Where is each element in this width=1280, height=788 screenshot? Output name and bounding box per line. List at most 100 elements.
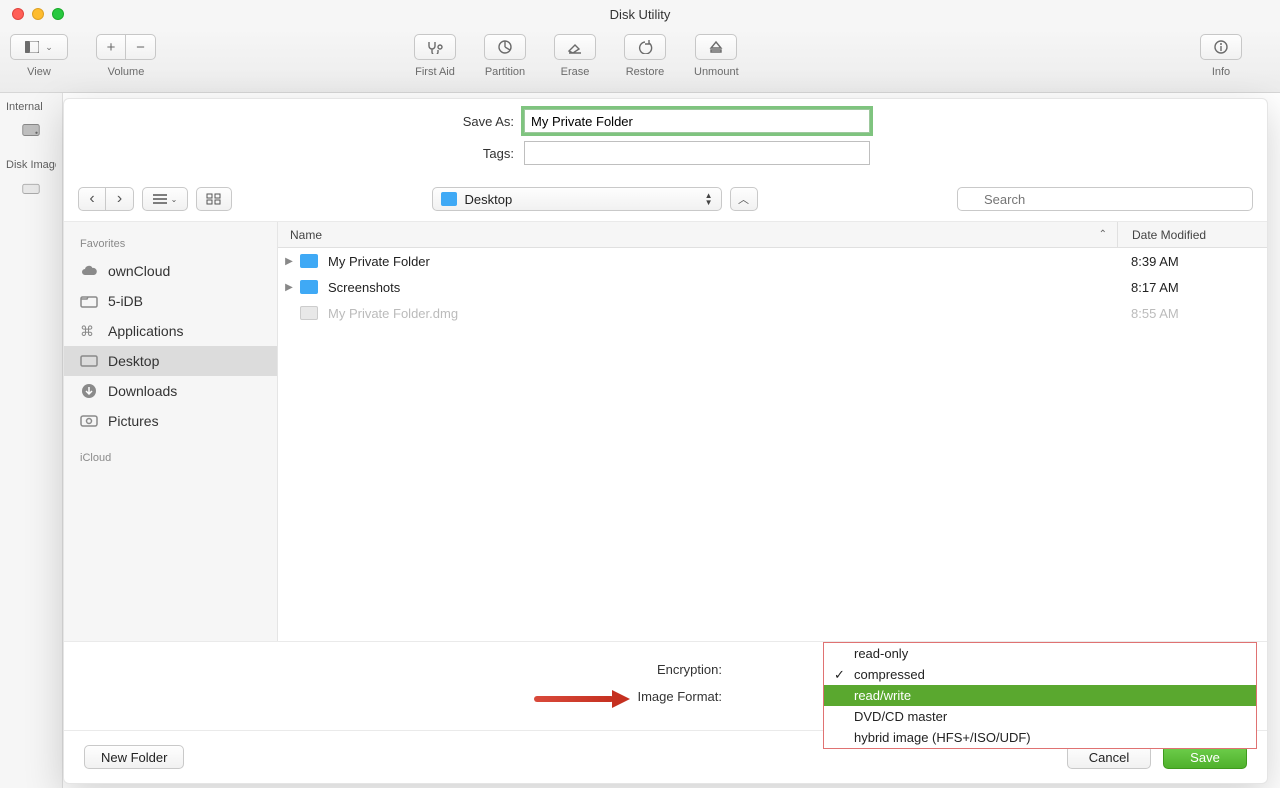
- internal-disk-item[interactable]: [6, 119, 56, 141]
- sidebar-item-owncloud[interactable]: ownCloud: [64, 256, 277, 286]
- minimize-window-button[interactable]: [32, 8, 44, 20]
- view-button[interactable]: ⌄: [10, 34, 68, 60]
- folder-icon: [80, 293, 98, 309]
- sidebar-item-pictures[interactable]: Pictures: [64, 406, 277, 436]
- sort-asc-icon: ⌃: [1099, 229, 1107, 240]
- folder-icon: [300, 280, 318, 294]
- sidebar-item-downloads[interactable]: Downloads: [64, 376, 277, 406]
- restore-icon: [637, 40, 653, 54]
- info-tool: Info: [1200, 34, 1242, 78]
- forward-button[interactable]: ›: [106, 187, 134, 211]
- file-name: My Private Folder: [326, 254, 1117, 269]
- file-row[interactable]: ▶ Screenshots8:17 AM: [278, 274, 1267, 300]
- internal-header: Internal: [6, 101, 56, 113]
- image-format-menu: read-onlycompressedread/writeDVD/CD mast…: [823, 642, 1257, 749]
- eraser-icon: [567, 40, 583, 54]
- file-row[interactable]: My Private Folder.dmg8:55 AM: [278, 300, 1267, 326]
- cloud-icon: [80, 263, 98, 279]
- file-name: Screenshots: [326, 280, 1117, 295]
- file-rows: ▶ My Private Folder8:39 AM ▶ Screenshots8:1…: [278, 248, 1267, 641]
- view-mode-button[interactable]: ⌄: [142, 187, 188, 211]
- sidebar-item-desktop[interactable]: Desktop: [64, 346, 277, 376]
- svg-text:⌘: ⌘: [80, 323, 94, 339]
- info-icon: [1214, 40, 1228, 54]
- firstaid-tool: First Aid: [414, 34, 456, 78]
- apps-icon: ⌘: [80, 323, 98, 339]
- new-folder-button[interactable]: New Folder: [84, 745, 184, 769]
- eject-icon: [709, 40, 723, 54]
- firstaid-label: First Aid: [415, 66, 455, 78]
- pie-icon: [497, 39, 513, 55]
- volume-add-button[interactable]: +: [96, 34, 126, 60]
- sidebar-item-label: Downloads: [108, 383, 177, 399]
- close-window-button[interactable]: [12, 8, 24, 20]
- menu-item-read-write[interactable]: read/write: [824, 685, 1256, 706]
- erase-label: Erase: [561, 66, 590, 78]
- back-button[interactable]: ‹: [78, 187, 106, 211]
- saveas-row: Save As:: [64, 99, 1267, 137]
- file-date: 8:39 AM: [1117, 254, 1267, 269]
- menu-item-compressed[interactable]: compressed: [824, 664, 1256, 685]
- restore-label: Restore: [626, 66, 665, 78]
- firstaid-button[interactable]: [414, 34, 456, 60]
- collapse-button[interactable]: ︿: [730, 187, 758, 211]
- volume-tool: + − Volume: [96, 34, 156, 78]
- traffic-lights: [12, 8, 64, 20]
- file-browser: Favorites ownCloud5-iDB⌘ApplicationsDesk…: [64, 222, 1267, 642]
- menu-item-hybrid-image-hfs-iso-udf-[interactable]: hybrid image (HFS+/ISO/UDF): [824, 727, 1256, 748]
- disclosure-icon[interactable]: ▶: [278, 282, 300, 293]
- desktop-icon: [80, 353, 98, 369]
- tags-label: Tags:: [94, 146, 524, 161]
- stethoscope-icon: [426, 40, 444, 54]
- unmount-button[interactable]: [695, 34, 737, 60]
- window-title: Disk Utility: [610, 7, 671, 22]
- info-label: Info: [1212, 66, 1230, 78]
- search-wrap: [957, 187, 1253, 211]
- file-list-area: Name ⌃ Date Modified ▶My Private Folder8…: [278, 222, 1267, 641]
- partition-tool: Partition: [484, 34, 526, 78]
- partition-button[interactable]: [484, 34, 526, 60]
- file-date: 8:17 AM: [1117, 280, 1267, 295]
- options-area: Encryption: Image Format: read-onlycompr…: [64, 642, 1267, 730]
- view-label: View: [27, 66, 51, 78]
- disk-image-item[interactable]: [6, 177, 56, 199]
- erase-tool: Erase: [554, 34, 596, 78]
- restore-button[interactable]: [624, 34, 666, 60]
- tags-row: Tags:: [64, 137, 1267, 177]
- menu-item-read-only[interactable]: read-only: [824, 643, 1256, 664]
- device-list: Internal Disk Images: [0, 93, 63, 788]
- nav-toolbar: ‹ › ⌄ Desktop ▲▼ ︿: [64, 177, 1267, 222]
- document-icon: [300, 306, 318, 320]
- file-row[interactable]: ▶ My Private Folder8:39 AM: [278, 248, 1267, 274]
- menu-item-dvd-cd-master[interactable]: DVD/CD master: [824, 706, 1256, 727]
- erase-button[interactable]: [554, 34, 596, 60]
- encryption-label: Encryption:: [94, 662, 734, 677]
- volume-remove-button[interactable]: −: [126, 34, 156, 60]
- sidebar-item-5-idb[interactable]: 5-iDB: [64, 286, 277, 316]
- file-date: 8:55 AM: [1117, 306, 1267, 321]
- group-button[interactable]: [196, 187, 232, 211]
- zoom-window-button[interactable]: [52, 8, 64, 20]
- tags-input[interactable]: [524, 141, 870, 165]
- search-input[interactable]: [957, 187, 1253, 211]
- grid-icon: [206, 193, 222, 205]
- saveas-label: Save As:: [94, 114, 524, 129]
- location-popup[interactable]: Desktop ▲▼: [432, 187, 722, 211]
- sidebar-icon: [25, 41, 39, 53]
- column-header: Name ⌃ Date Modified: [278, 222, 1267, 248]
- restore-tool: Restore: [624, 34, 666, 78]
- file-name: My Private Folder.dmg: [326, 306, 1117, 321]
- date-column-header[interactable]: Date Modified: [1117, 222, 1267, 247]
- name-column-header[interactable]: Name ⌃: [278, 228, 1117, 242]
- sidebar-item-label: Desktop: [108, 353, 159, 369]
- saveas-input[interactable]: [524, 109, 870, 133]
- volume-label: Volume: [108, 66, 145, 78]
- unmount-label: Unmount: [694, 66, 739, 78]
- nav-back-forward: ‹ ›: [78, 187, 134, 211]
- sidebar-item-label: Applications: [108, 323, 184, 339]
- disclosure-icon[interactable]: ▶: [278, 256, 300, 267]
- folder-icon: [300, 254, 318, 268]
- info-button[interactable]: [1200, 34, 1242, 60]
- pictures-icon: [80, 413, 98, 429]
- sidebar-item-applications[interactable]: ⌘ Applications: [64, 316, 277, 346]
